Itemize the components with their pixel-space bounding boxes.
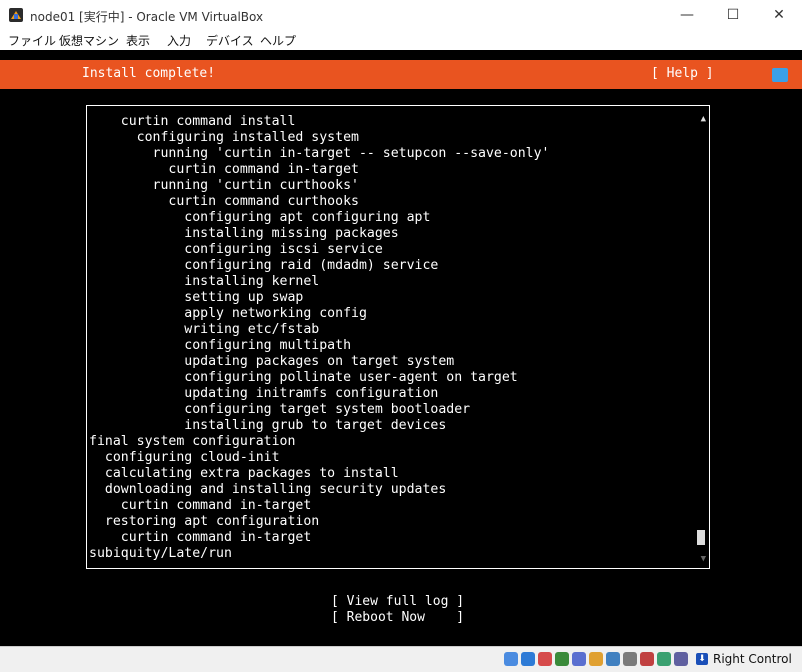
log-line: curtin command in-target [89, 498, 312, 513]
view-full-log-button[interactable]: [ View full log ] [331, 594, 464, 609]
log-line: running 'curtin curthooks' [89, 178, 359, 193]
log-line: installing kernel [89, 274, 320, 289]
recording-icon[interactable] [640, 652, 654, 666]
log-line: restoring apt configuration [89, 514, 320, 529]
video-capture-icon[interactable] [623, 652, 637, 666]
help-button[interactable]: [ Help ] [651, 66, 714, 81]
log-line: configuring multipath [89, 338, 352, 353]
log-line: setting up swap [89, 290, 304, 305]
minimize-button[interactable]: — [664, 0, 710, 30]
log-line: final system configuration [89, 434, 296, 449]
log-line: running 'curtin in-target -- setupcon --… [89, 146, 550, 161]
install-log-panel[interactable]: curtin command install configuring insta… [86, 105, 710, 569]
installer-header: Install complete! [ Help ] [0, 60, 802, 89]
log-line: curtin command in-target [89, 162, 359, 177]
close-button[interactable]: ✕ [756, 0, 802, 30]
host-key-label: Right Control [713, 652, 792, 666]
scrollbar-thumb[interactable] [697, 530, 705, 545]
menu-machine[interactable]: 仮想マシン [59, 32, 119, 49]
log-line: curtin command curthooks [89, 194, 359, 209]
log-line: writing etc/fstab [89, 322, 320, 337]
window-titlebar: node01 [実行中] - Oracle VM VirtualBox — ☐ … [0, 0, 802, 30]
maximize-button[interactable]: ☐ [710, 0, 756, 30]
log-line: calculating extra packages to install [89, 466, 399, 481]
log-line: configuring raid (mdadm) service [89, 258, 439, 273]
log-line: configuring cloud-init [89, 450, 280, 465]
log-line: configuring apt configuring apt [89, 210, 431, 225]
hard-disk-icon[interactable] [504, 652, 518, 666]
notification-icon[interactable] [772, 68, 788, 82]
log-line: installing missing packages [89, 226, 399, 241]
log-line: curtin command in-target [89, 530, 312, 545]
display-icon[interactable] [606, 652, 620, 666]
installer-title: Install complete! [82, 66, 216, 81]
menu-devices[interactable]: デバイス [206, 32, 254, 49]
guest-additions-icon[interactable] [657, 652, 671, 666]
log-line: curtin command install [89, 114, 296, 129]
log-line: subiquity/Late/run [89, 546, 232, 561]
install-log: curtin command install configuring insta… [89, 114, 695, 562]
shared-folder-icon[interactable] [589, 652, 603, 666]
vm-status-bar: ⬇ Right Control [0, 646, 802, 672]
log-line: downloading and installing security upda… [89, 482, 447, 497]
usb-icon[interactable] [572, 652, 586, 666]
log-line: updating packages on target system [89, 354, 455, 369]
reboot-now-button[interactable]: [ Reboot Now ] [331, 610, 464, 625]
log-line: configuring iscsi service [89, 242, 383, 257]
menu-input[interactable]: 入力 [167, 32, 191, 49]
vm-screen[interactable]: Install complete! [ Help ] curtin comman… [0, 50, 802, 646]
menu-file[interactable]: ファイル [8, 32, 56, 49]
log-line: configuring installed system [89, 130, 359, 145]
network-icon[interactable] [555, 652, 569, 666]
audio-icon[interactable] [538, 652, 552, 666]
scroll-up-arrow-icon[interactable]: ▲ [701, 114, 706, 124]
log-line: apply networking config [89, 306, 367, 321]
virtualbox-app-icon [9, 8, 23, 22]
optical-drive-icon[interactable] [521, 652, 535, 666]
log-line: configuring pollinate user-agent on targ… [89, 370, 518, 385]
window-title: node01 [実行中] - Oracle VM VirtualBox [30, 10, 264, 24]
mouse-integration-icon[interactable] [674, 652, 688, 666]
log-line: updating initramfs configuration [89, 386, 439, 401]
scroll-down-arrow-icon[interactable]: ▼ [701, 554, 706, 564]
menu-bar: ファイル 仮想マシン 表示 入力 デバイス ヘルプ [0, 30, 802, 50]
log-line: configuring target system bootloader [89, 402, 471, 417]
device-status-icons [504, 652, 688, 666]
menu-view[interactable]: 表示 [126, 32, 150, 49]
host-key-arrow-icon: ⬇ [696, 653, 708, 665]
menu-help[interactable]: ヘルプ [260, 32, 296, 49]
log-line: installing grub to target devices [89, 418, 447, 433]
